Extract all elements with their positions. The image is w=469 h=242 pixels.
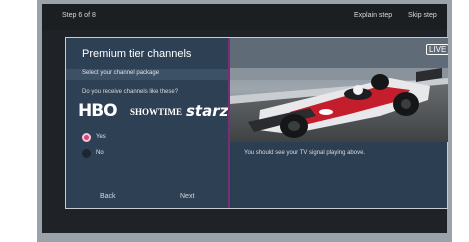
next-button[interactable]: Next (180, 193, 194, 200)
option-yes-label: Yes (96, 134, 106, 140)
step-indicator: Step 6 of 8 (62, 12, 96, 19)
question-text: Do you receive channels like these? (82, 89, 179, 95)
explain-step-button[interactable]: Explain step (354, 12, 392, 19)
live-badge: LIVE (426, 44, 448, 55)
setup-panel: Premium tier channels Select your channe… (65, 37, 448, 209)
starz-logo: starz (186, 102, 229, 120)
live-tv-preview: LIVE (230, 38, 448, 142)
page-subtitle: Select your channel package (82, 70, 160, 76)
option-no-label: No (96, 150, 104, 156)
radio-yes-selected[interactable] (82, 133, 91, 142)
top-bar: Step 6 of 8 Explain step Skip step (42, 4, 447, 30)
radio-no[interactable] (82, 149, 91, 158)
back-button[interactable]: Back (100, 193, 116, 200)
tv-signal-note: You should see your TV signal playing ab… (244, 150, 366, 156)
subtitle-band: Select your channel package (66, 69, 228, 80)
showtime-logo: SHOWTIME (130, 107, 183, 117)
race-car-image (230, 38, 448, 142)
options-pane: Premium tier channels Select your channe… (66, 38, 228, 208)
page-title: Premium tier channels (82, 48, 192, 60)
hbo-logo: HBO (78, 101, 118, 121)
skip-step-button[interactable]: Skip step (408, 12, 437, 19)
tv-screen: Step 6 of 8 Explain step Skip step Premi… (42, 4, 448, 233)
